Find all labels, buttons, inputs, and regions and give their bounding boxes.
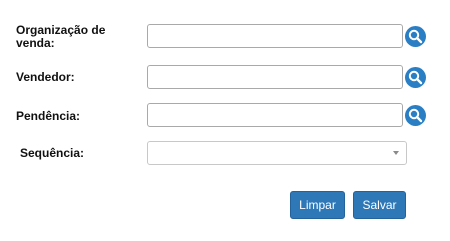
- sequence-select[interactable]: [147, 141, 407, 165]
- sequence-label: Sequência:: [20, 146, 85, 160]
- search-icon: [408, 29, 423, 44]
- search-icon: [408, 108, 423, 123]
- search-icon: [408, 70, 423, 85]
- sales-org-input[interactable]: [147, 24, 403, 48]
- sales-org-label-line2: venda:: [16, 36, 55, 50]
- sales-org-label: Organização de venda:: [16, 24, 105, 50]
- pending-search-button[interactable]: [405, 105, 426, 126]
- save-button[interactable]: Salvar: [353, 191, 406, 219]
- seller-input[interactable]: [147, 65, 403, 89]
- seller-search-button[interactable]: [405, 67, 426, 88]
- seller-label: Vendedor:: [16, 70, 75, 84]
- clear-button[interactable]: Limpar: [290, 191, 345, 219]
- pending-input[interactable]: [147, 103, 403, 127]
- chevron-down-icon: [393, 151, 399, 155]
- pending-label: Pendência:: [16, 109, 81, 123]
- sales-org-search-button[interactable]: [405, 26, 426, 47]
